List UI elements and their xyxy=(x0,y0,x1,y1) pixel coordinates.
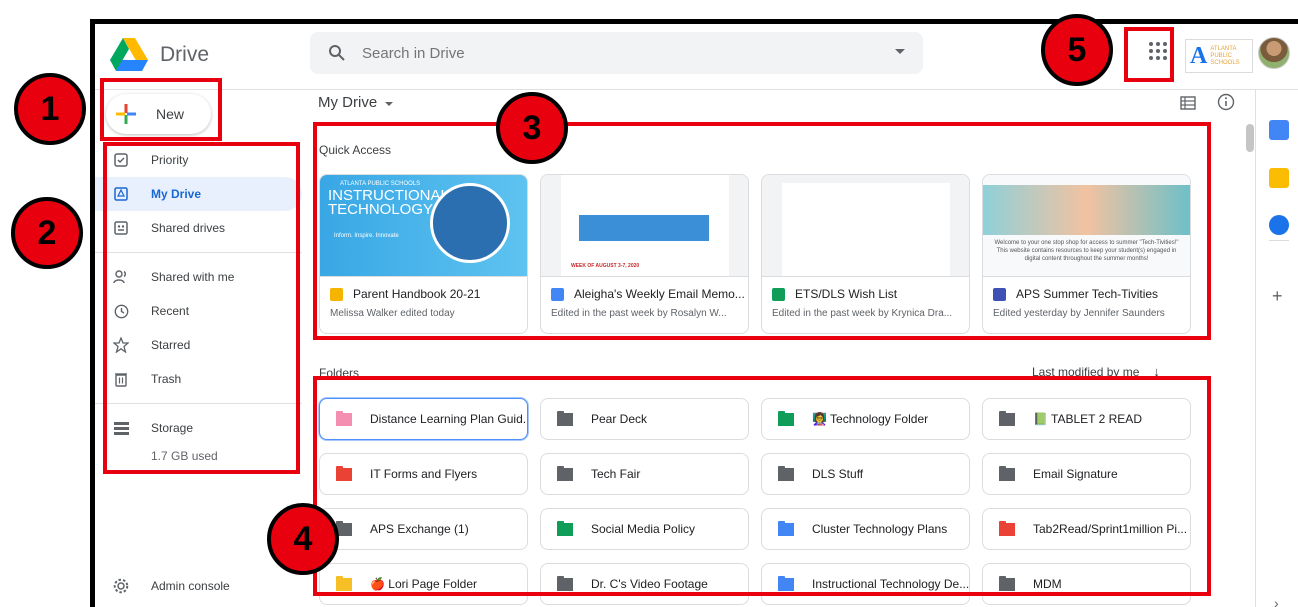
keep-icon[interactable] xyxy=(1269,168,1289,188)
callout-4: 4 xyxy=(267,503,339,575)
admin-console-label: Admin console xyxy=(151,579,230,593)
add-addon-icon[interactable]: + xyxy=(1272,286,1283,307)
chevron-down-icon xyxy=(385,101,394,106)
org-logo[interactable]: A ATLANTA PUBLIC SCHOOLS xyxy=(1185,39,1253,73)
org-line-3: SCHOOLS xyxy=(1210,59,1240,66)
admin-gear-icon xyxy=(113,578,129,594)
info-icon[interactable] xyxy=(1217,93,1235,111)
top-bar: Drive A ATLANTA PUBLIC SCHOOLS xyxy=(95,24,1298,90)
callout-1: 1 xyxy=(14,73,86,145)
callout-5: 5 xyxy=(1041,14,1113,86)
list-view-icon[interactable] xyxy=(1180,95,1196,111)
admin-console-link[interactable]: Admin console xyxy=(113,578,230,594)
my-drive-menu[interactable]: My Drive xyxy=(318,94,394,111)
side-panel-divider xyxy=(1269,240,1289,241)
org-line-1: ATLANTA xyxy=(1210,45,1237,52)
org-logo-letter: A xyxy=(1190,42,1208,69)
callout-3: 3 xyxy=(496,92,568,164)
annotation-box-sidebar xyxy=(103,142,300,474)
search-options-icon[interactable] xyxy=(895,49,905,54)
calendar-icon[interactable] xyxy=(1269,120,1289,140)
app-name: Drive xyxy=(160,43,210,66)
org-line-2: PUBLIC xyxy=(1210,52,1233,59)
org-logo-text: ATLANTA PUBLIC SCHOOLS xyxy=(1210,46,1239,67)
search-icon[interactable] xyxy=(328,44,346,62)
annotation-box-quick-access xyxy=(313,122,1211,340)
annotation-box-folders xyxy=(313,376,1211,596)
chevron-right-icon[interactable]: › xyxy=(1274,595,1279,607)
avatar[interactable] xyxy=(1258,37,1290,69)
scrollbar-thumb[interactable] xyxy=(1246,124,1254,152)
annotation-box-apps xyxy=(1124,27,1174,82)
search-input[interactable] xyxy=(362,44,882,62)
page-title: My Drive xyxy=(318,94,378,111)
callout-2: 2 xyxy=(11,197,83,269)
search-bar[interactable] xyxy=(310,32,923,74)
annotation-box-new xyxy=(100,78,222,141)
tasks-icon[interactable] xyxy=(1269,215,1289,235)
drive-logo-icon xyxy=(110,38,148,71)
side-panel: + › xyxy=(1255,90,1298,607)
drive-logo[interactable]: Drive xyxy=(110,38,209,72)
